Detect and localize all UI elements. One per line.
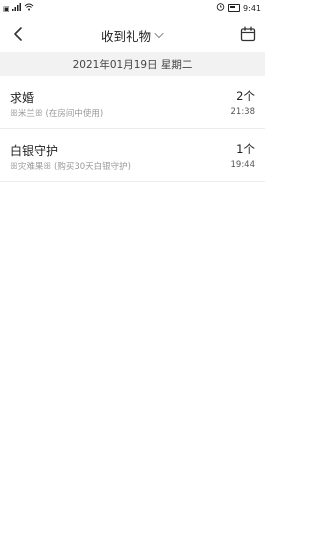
wings-icon: ꕥ [34,109,43,119]
status-left: ▣ [3,3,34,14]
gift-sender-line: ꕥ灾难果ꕥ (购买30天白银守护) [10,160,131,172]
wifi-icon [24,3,34,14]
chevron-down-icon [154,33,164,39]
status-right: 9:41 [216,2,261,14]
title-dropdown[interactable]: 收到礼物 [0,26,265,45]
gift-name: 求婚 [10,91,35,105]
wings-icon: ꕥ [10,162,18,172]
calendar-icon [240,26,256,42]
wings-icon: ꕥ [43,162,52,172]
battery-icon [228,4,241,12]
signal-icon [11,3,22,14]
gift-note: (购买30天白银守护) [54,162,131,172]
gift-note: (在房间中使用) [45,109,104,119]
calendar-button[interactable] [239,25,257,43]
gift-sender-line: ꕥ米兰ꕥ (在房间中使用) [10,107,103,119]
status-bar: ▣ 9:41 [0,0,265,16]
alarm-icon [216,2,225,14]
page-title: 收到礼物 [100,29,151,44]
date-label: 2021年01月19日 星期二 [72,58,193,71]
wings-icon: ꕥ [10,109,18,119]
gift-time: 19:44 [230,160,256,170]
sim-icon: ▣ [3,4,10,13]
gift-time: 21:38 [230,107,256,117]
sender-name: 米兰 [17,109,35,119]
list-item[interactable]: 求婚 ꕥ米兰ꕥ (在房间中使用) 2个 21:38 [0,76,265,129]
date-header: 2021年01月19日 星期二 [0,52,265,76]
status-time: 9:41 [243,3,261,13]
sender-name: 灾难果 [17,162,44,172]
gift-name: 白银守护 [10,144,59,158]
nav-header: 收到礼物 [0,18,265,52]
gift-count: 2个 [236,89,255,103]
list-item[interactable]: 白银守护 ꕥ灾难果ꕥ (购买30天白银守护) 1个 19:44 [0,129,265,182]
gift-list: 求婚 ꕥ米兰ꕥ (在房间中使用) 2个 21:38 白银守护 ꕥ灾难果ꕥ (购买… [0,76,265,182]
gift-count: 1个 [236,142,255,156]
